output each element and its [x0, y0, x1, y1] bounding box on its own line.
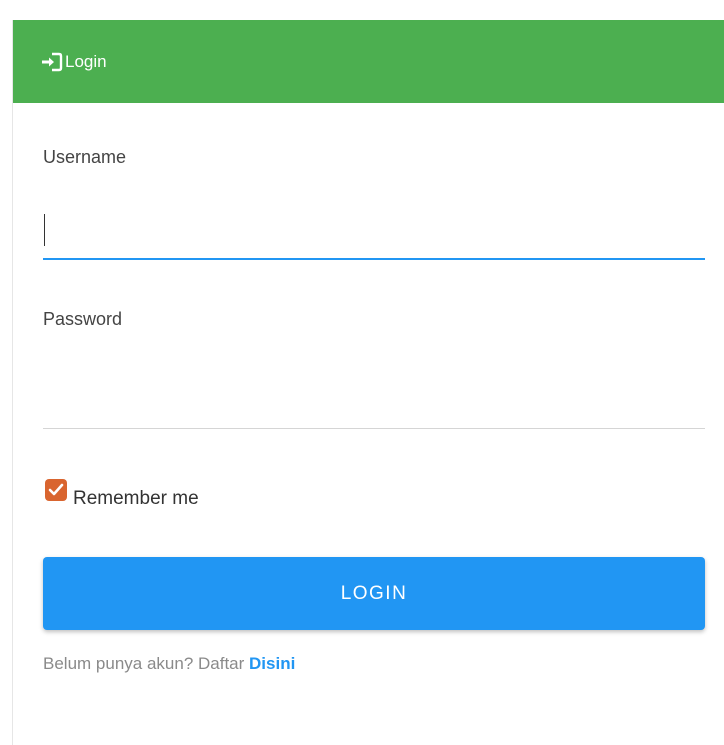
checkmark-icon — [48, 483, 64, 496]
remember-me-label: Remember me — [73, 488, 199, 509]
panel-header: Login — [13, 20, 724, 103]
username-label: Username — [43, 147, 127, 167]
remember-me-checkbox[interactable] — [45, 479, 67, 501]
password-label: Password — [43, 309, 123, 329]
sign-in-icon — [41, 52, 63, 72]
signup-prompt: Belum punya akun? Daftar Disini — [43, 654, 295, 674]
remember-me-row[interactable]: Remember me — [45, 474, 199, 510]
signup-text: Belum punya akun? Daftar — [43, 654, 250, 673]
login-button[interactable]: LOGIN — [43, 557, 705, 630]
signup-link[interactable]: Disini — [249, 654, 295, 673]
login-panel: Login Username Password Remember me LOGI… — [12, 20, 724, 745]
username-input[interactable] — [43, 202, 705, 260]
panel-title: Login — [65, 51, 107, 71]
password-input[interactable] — [43, 372, 705, 429]
text-caret — [44, 214, 45, 246]
